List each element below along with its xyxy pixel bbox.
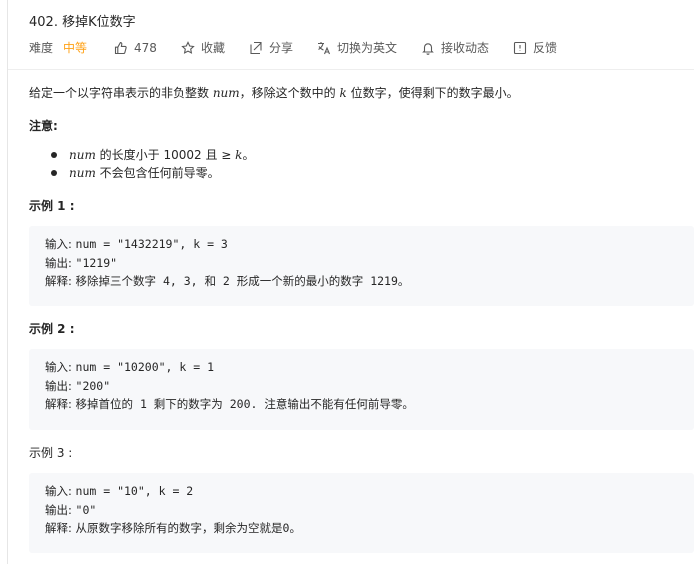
favorite-button[interactable]: 收藏: [181, 39, 225, 56]
switch-language-label: 切换为英文: [336, 41, 397, 55]
share-label: 分享: [268, 41, 293, 55]
note-heading: 注意:: [29, 119, 58, 133]
difficulty-label: 难度: [29, 41, 54, 55]
problem-header: 402. 移掉K位数字 难度 中等 478 收藏 分享 切换为英文 接收动态 反…: [8, 0, 694, 70]
feedback-label: 反馈: [533, 41, 558, 55]
problem-meta-bar: 难度 中等 478 收藏 分享 切换为英文 接收动态 反馈: [29, 39, 557, 56]
list-item: num 的长度小于 10002 且 ≥ k。: [29, 146, 254, 164]
share-icon: [249, 41, 263, 55]
problem-panel: 402. 移掉K位数字 难度 中等 478 收藏 分享 切换为英文 接收动态 反…: [8, 0, 694, 564]
example-3-heading: 示例 3 :: [29, 446, 73, 460]
like-button[interactable]: 478: [114, 41, 157, 55]
example-output: 输出: "0": [45, 502, 97, 517]
bullet-icon: [51, 170, 57, 176]
notify-label: 接收动态: [440, 41, 489, 55]
example-input: 输入: num = "1432219", k = 3: [45, 237, 228, 251]
problem-description: 给定一个以字符串表示的非负整数 num，移除这个数中的 k 位数字，使得剩下的数…: [29, 86, 519, 100]
thumbs-up-icon: [114, 41, 128, 55]
example-1-code: 输入: num = "1432219", k = 3 输出: "1219" 解释…: [29, 226, 694, 306]
example-1-heading: 示例 1 :: [29, 199, 75, 213]
like-count: 478: [134, 40, 157, 55]
feedback-icon: [513, 41, 527, 55]
example-input: 输入: num = "10200", k = 1: [45, 360, 215, 374]
share-button[interactable]: 分享: [249, 39, 293, 56]
switch-language-button[interactable]: 切换为英文: [317, 39, 397, 56]
example-output: 输出: "1219": [45, 255, 118, 270]
example-2-code: 输入: num = "10200", k = 1 输出: "200" 解释: 移…: [29, 349, 694, 430]
example-input: 输入: num = "10", k = 2: [45, 484, 194, 498]
star-icon: [181, 40, 195, 55]
example-explanation: 解释: 移除掉三个数字 4, 3, 和 2 形成一个新的最小的数字 1219。: [45, 274, 410, 288]
difficulty-value: 中等: [63, 41, 88, 55]
translate-icon: [317, 41, 331, 55]
list-item: num 不会包含任何前导零。: [29, 164, 254, 182]
example-output: 输出: "200": [45, 378, 111, 393]
bullet-icon: [51, 152, 57, 158]
example-2-heading: 示例 2 :: [29, 322, 75, 336]
bell-icon: [421, 41, 435, 55]
favorite-label: 收藏: [200, 41, 225, 55]
example-explanation: 解释: 移掉首位的 1 剩下的数字为 200. 注意输出不能有任何前导零。: [45, 397, 414, 411]
difficulty: 难度 中等: [29, 39, 87, 56]
problem-title: 402. 移掉K位数字: [29, 15, 136, 30]
feedback-button[interactable]: 反馈: [513, 39, 557, 56]
example-explanation: 解释: 从原数字移除所有的数字，剩余为空就是0。: [45, 521, 301, 535]
example-3-code: 输入: num = "10", k = 2 输出: "0" 解释: 从原数字移除…: [29, 473, 694, 553]
notify-button[interactable]: 接收动态: [421, 39, 489, 56]
note-list: num 的长度小于 10002 且 ≥ k。 num 不会包含任何前导零。: [29, 146, 254, 182]
